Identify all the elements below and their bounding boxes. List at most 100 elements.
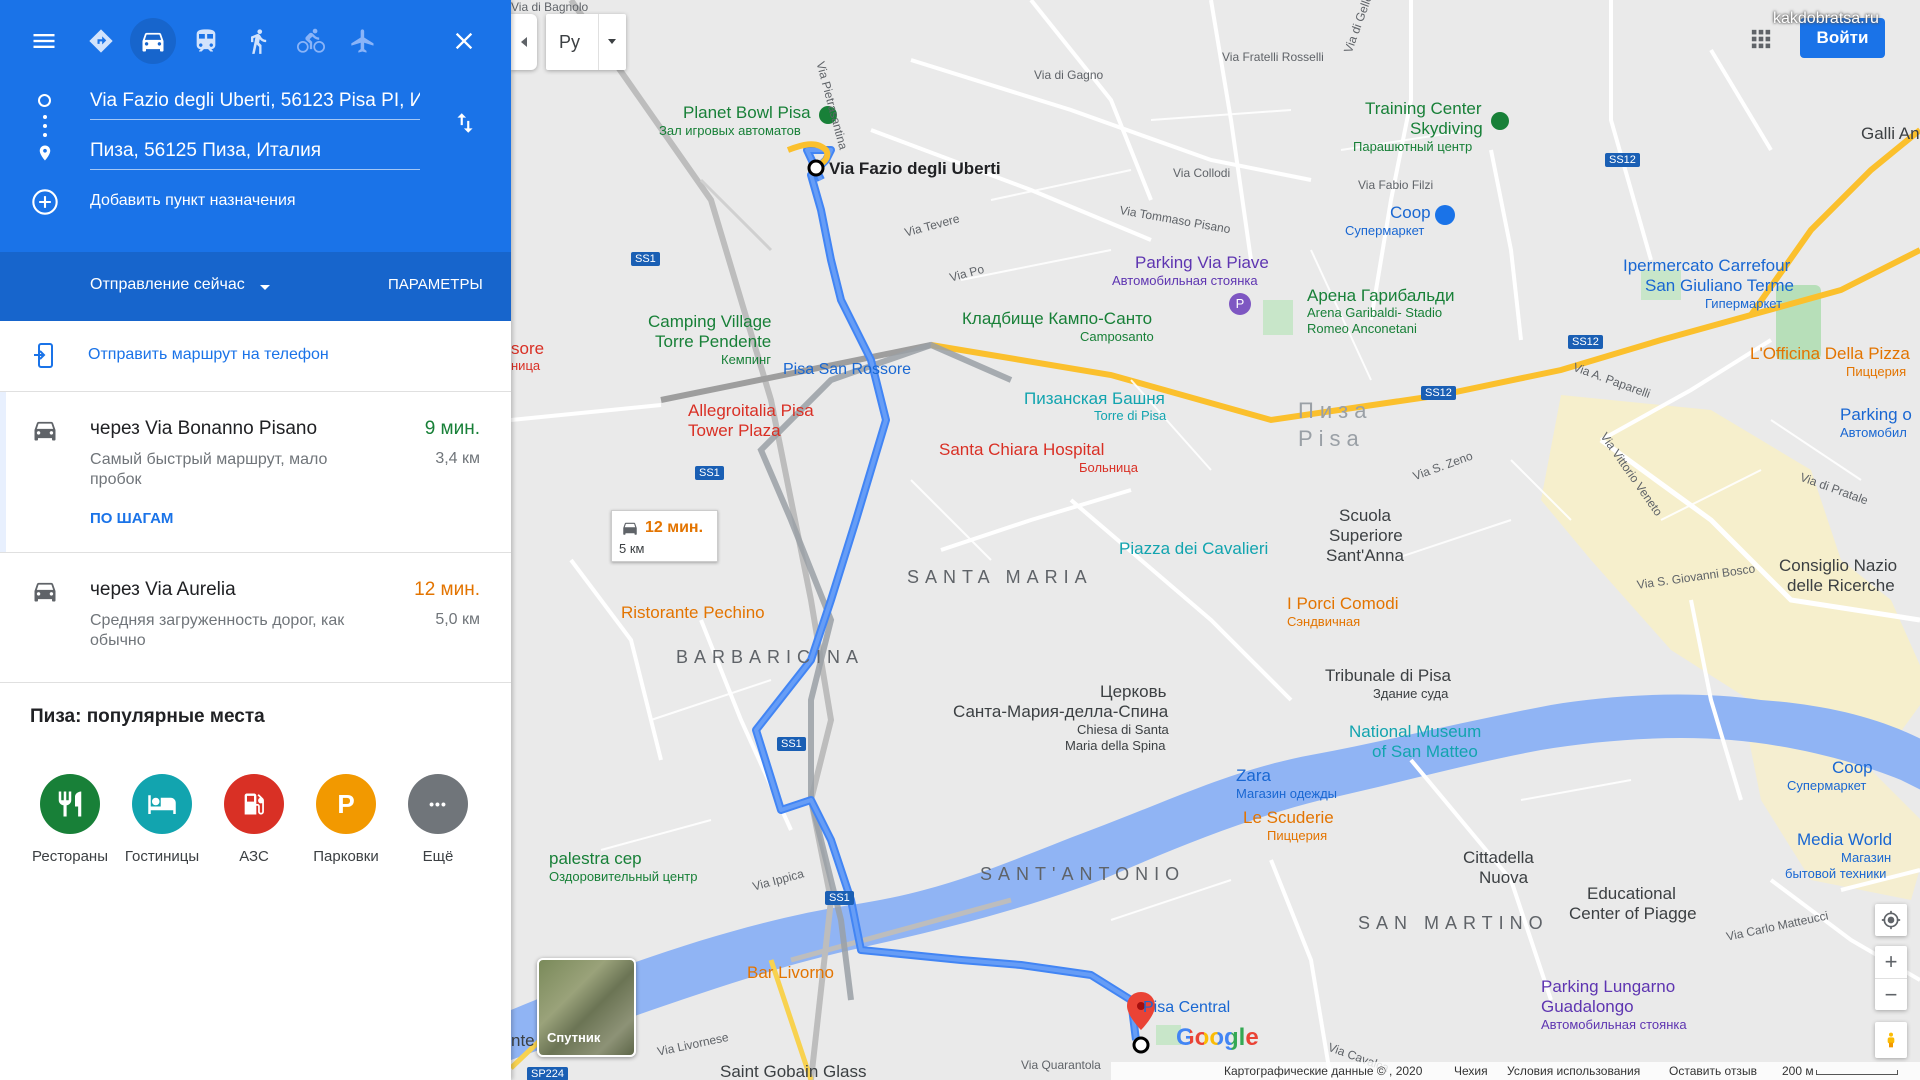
- poi-church-2: Санта-Мария-делла-Спина: [953, 702, 1169, 721]
- route-subtitle: Самый быстрый маршрут, мало пробок: [90, 451, 328, 488]
- category-more[interactable]: ••• Ещё: [392, 774, 484, 865]
- poi-santa-chiara[interactable]: Santa Chiara Hospital: [939, 440, 1104, 460]
- my-location-icon: [1881, 910, 1901, 930]
- mode-flight-button[interactable]: [340, 18, 386, 64]
- map-canvas[interactable]: Ру Войти kakdobratsa.ru 12 мин. 5 км Via…: [511, 0, 1920, 1080]
- poi-scuola-2: Superiore: [1329, 526, 1403, 545]
- watermark: kakdobratsa.ru: [1773, 10, 1879, 27]
- my-location-button[interactable]: [1875, 904, 1907, 936]
- category-label: Рестораны: [32, 848, 108, 865]
- poi-palestra[interactable]: palestra cep: [549, 849, 642, 869]
- road-label: Via di Bagnolo: [511, 0, 589, 14]
- category-label: Парковки: [313, 848, 379, 865]
- alt-route-callout[interactable]: 12 мин. 5 км: [611, 510, 718, 562]
- google-logo: Google: [1176, 1024, 1259, 1052]
- poi-cittadella-2: Nuova: [1479, 868, 1529, 887]
- poi-training[interactable]: Training Center: [1365, 99, 1482, 119]
- menu-button[interactable]: [21, 18, 67, 64]
- poi-sub: Зал игровых автоматов: [659, 123, 801, 138]
- terms-link[interactable]: Условия использования: [1507, 1064, 1640, 1078]
- poi-media-world[interactable]: Media World: [1797, 830, 1892, 850]
- close-button[interactable]: [441, 18, 487, 64]
- district-label: SANTA MARIA: [907, 567, 1093, 587]
- street-view-pegman[interactable]: [1875, 1022, 1907, 1058]
- poi-sore[interactable]: sore: [511, 339, 544, 359]
- poi-parking-o[interactable]: Parking o: [1840, 405, 1912, 425]
- feedback-link[interactable]: Оставить отзыв: [1669, 1064, 1757, 1078]
- steps-link[interactable]: ПО ШАГАМ: [90, 510, 173, 527]
- mode-walk-button[interactable]: [235, 18, 281, 64]
- destination-input[interactable]: Пиза, 56125 Пиза, Италия: [90, 133, 420, 170]
- poi-parking-piave[interactable]: Parking Via Piave: [1135, 253, 1269, 273]
- send-to-phone-icon: [34, 343, 53, 368]
- poi-sub: Сэндвичная: [1287, 614, 1361, 629]
- poi-bar-livorno[interactable]: Bar Livorno: [747, 963, 834, 983]
- poi-pisa-central[interactable]: Pisa Central: [1143, 999, 1230, 1017]
- parking-icon[interactable]: P: [1229, 293, 1251, 315]
- category-parking[interactable]: P Парковки: [300, 774, 392, 865]
- directions-header: Via Fazio degli Uberti, 56123 Pisa PI, И…: [0, 0, 511, 252]
- poi-cemetery[interactable]: Кладбище Кампо-Санто: [962, 309, 1152, 329]
- depart-time-dropdown[interactable]: Отправление сейчас: [90, 276, 245, 294]
- poi-sub: Автомобильная стоянка: [1112, 273, 1258, 288]
- route-option-1[interactable]: через Via Bonanno Pisano Самый быстрый м…: [0, 392, 511, 552]
- poi-allegroitalia[interactable]: Allegroitalia Pisa: [688, 401, 814, 421]
- bus-icon: [196, 29, 216, 52]
- satellite-toggle[interactable]: Спутник: [537, 958, 636, 1057]
- road-label: Via Fratelli Rosselli: [1222, 50, 1324, 64]
- poi-galli[interactable]: Galli Anc: [1861, 124, 1920, 144]
- poi-ipermercato[interactable]: Ipermercato Carrefour: [1623, 256, 1790, 276]
- route-dot-icon: [43, 133, 47, 137]
- layer-selector[interactable]: Ру: [546, 14, 626, 70]
- poi-educational[interactable]: Educational: [1587, 884, 1676, 904]
- collapse-panel-button[interactable]: [511, 14, 537, 70]
- mode-transit-button[interactable]: [183, 18, 229, 64]
- category-gas[interactable]: АЗС: [208, 774, 300, 865]
- poi-pechino[interactable]: Ristorante Pechino: [621, 603, 765, 623]
- country-label[interactable]: Чехия: [1454, 1064, 1488, 1078]
- poi-tribunale[interactable]: Tribunale di Pisa: [1325, 666, 1451, 686]
- poi-pisa-san-rossore[interactable]: Pisa San Rossore: [783, 361, 911, 379]
- scale-label[interactable]: 200 м: [1782, 1064, 1814, 1078]
- swap-icon[interactable]: [452, 110, 478, 136]
- poi-arena[interactable]: Арена Гарибальди: [1307, 286, 1454, 306]
- poi-saint-gobain[interactable]: Saint Gobain Glass: [720, 1062, 866, 1080]
- zoom-in-button[interactable]: +: [1875, 946, 1907, 978]
- poi-coop-1[interactable]: Coop: [1390, 203, 1431, 223]
- apps-grid-icon[interactable]: [1750, 28, 1772, 50]
- add-destination-icon[interactable]: [31, 188, 59, 216]
- mode-best-button[interactable]: [78, 18, 124, 64]
- origin-input[interactable]: Via Fazio degli Uberti, 56123 Pisa PI, И…: [90, 83, 420, 120]
- poi-coop-2[interactable]: Coop: [1832, 758, 1873, 778]
- add-destination-link[interactable]: Добавить пункт назначения: [90, 192, 296, 210]
- poi-officina[interactable]: L'Officina Della Pizza: [1750, 344, 1910, 364]
- poi-sub: Автомобил: [1840, 425, 1907, 440]
- poi-cittadella[interactable]: Cittadella: [1463, 848, 1534, 868]
- poi-sub: Супермаркет: [1787, 778, 1867, 793]
- poi-church[interactable]: Церковь: [1100, 682, 1166, 702]
- options-button[interactable]: ПАРАМЕТРЫ: [388, 276, 483, 293]
- poi-camping[interactable]: Camping Village: [648, 312, 771, 332]
- poi-zara[interactable]: Zara: [1236, 766, 1271, 786]
- poi-planet-bowl[interactable]: Planet Bowl Pisa: [683, 103, 811, 123]
- poi-cavalieri[interactable]: Piazza dei Cavalieri: [1119, 539, 1268, 559]
- poi-museum[interactable]: National Museum: [1349, 722, 1481, 742]
- mode-car-button[interactable]: [130, 18, 176, 64]
- poi-scuola[interactable]: Scuola: [1339, 506, 1391, 526]
- route-option-2[interactable]: через Via Aurelia Средняя загруженность …: [0, 553, 511, 681]
- district-label: SANT'ANTONIO: [980, 864, 1186, 884]
- send-to-phone-link[interactable]: Отправить маршрут на телефон: [88, 346, 329, 364]
- poi-sub: Здание суда: [1373, 686, 1449, 701]
- poi-consiglio[interactable]: Consiglio Nazio: [1779, 556, 1897, 576]
- poi-leaning-tower[interactable]: Пизанская Башня: [1024, 389, 1165, 409]
- category-hotels[interactable]: Гостиницы: [116, 774, 208, 865]
- shopping-cart-icon[interactable]: [1435, 205, 1455, 225]
- poi-scuderie[interactable]: Le Scuderie: [1243, 808, 1334, 828]
- mode-bike-button[interactable]: [288, 18, 334, 64]
- map-pin-icon[interactable]: [1491, 112, 1509, 130]
- zoom-out-button[interactable]: −: [1875, 978, 1907, 1010]
- map-data-attribution[interactable]: Картографические данные © , 2020: [1224, 1064, 1422, 1078]
- poi-parking-lungarno[interactable]: Parking Lungarno: [1541, 977, 1675, 997]
- poi-porci-comodi[interactable]: I Porci Comodi: [1287, 594, 1398, 614]
- category-restaurants[interactable]: Рестораны: [24, 774, 116, 865]
